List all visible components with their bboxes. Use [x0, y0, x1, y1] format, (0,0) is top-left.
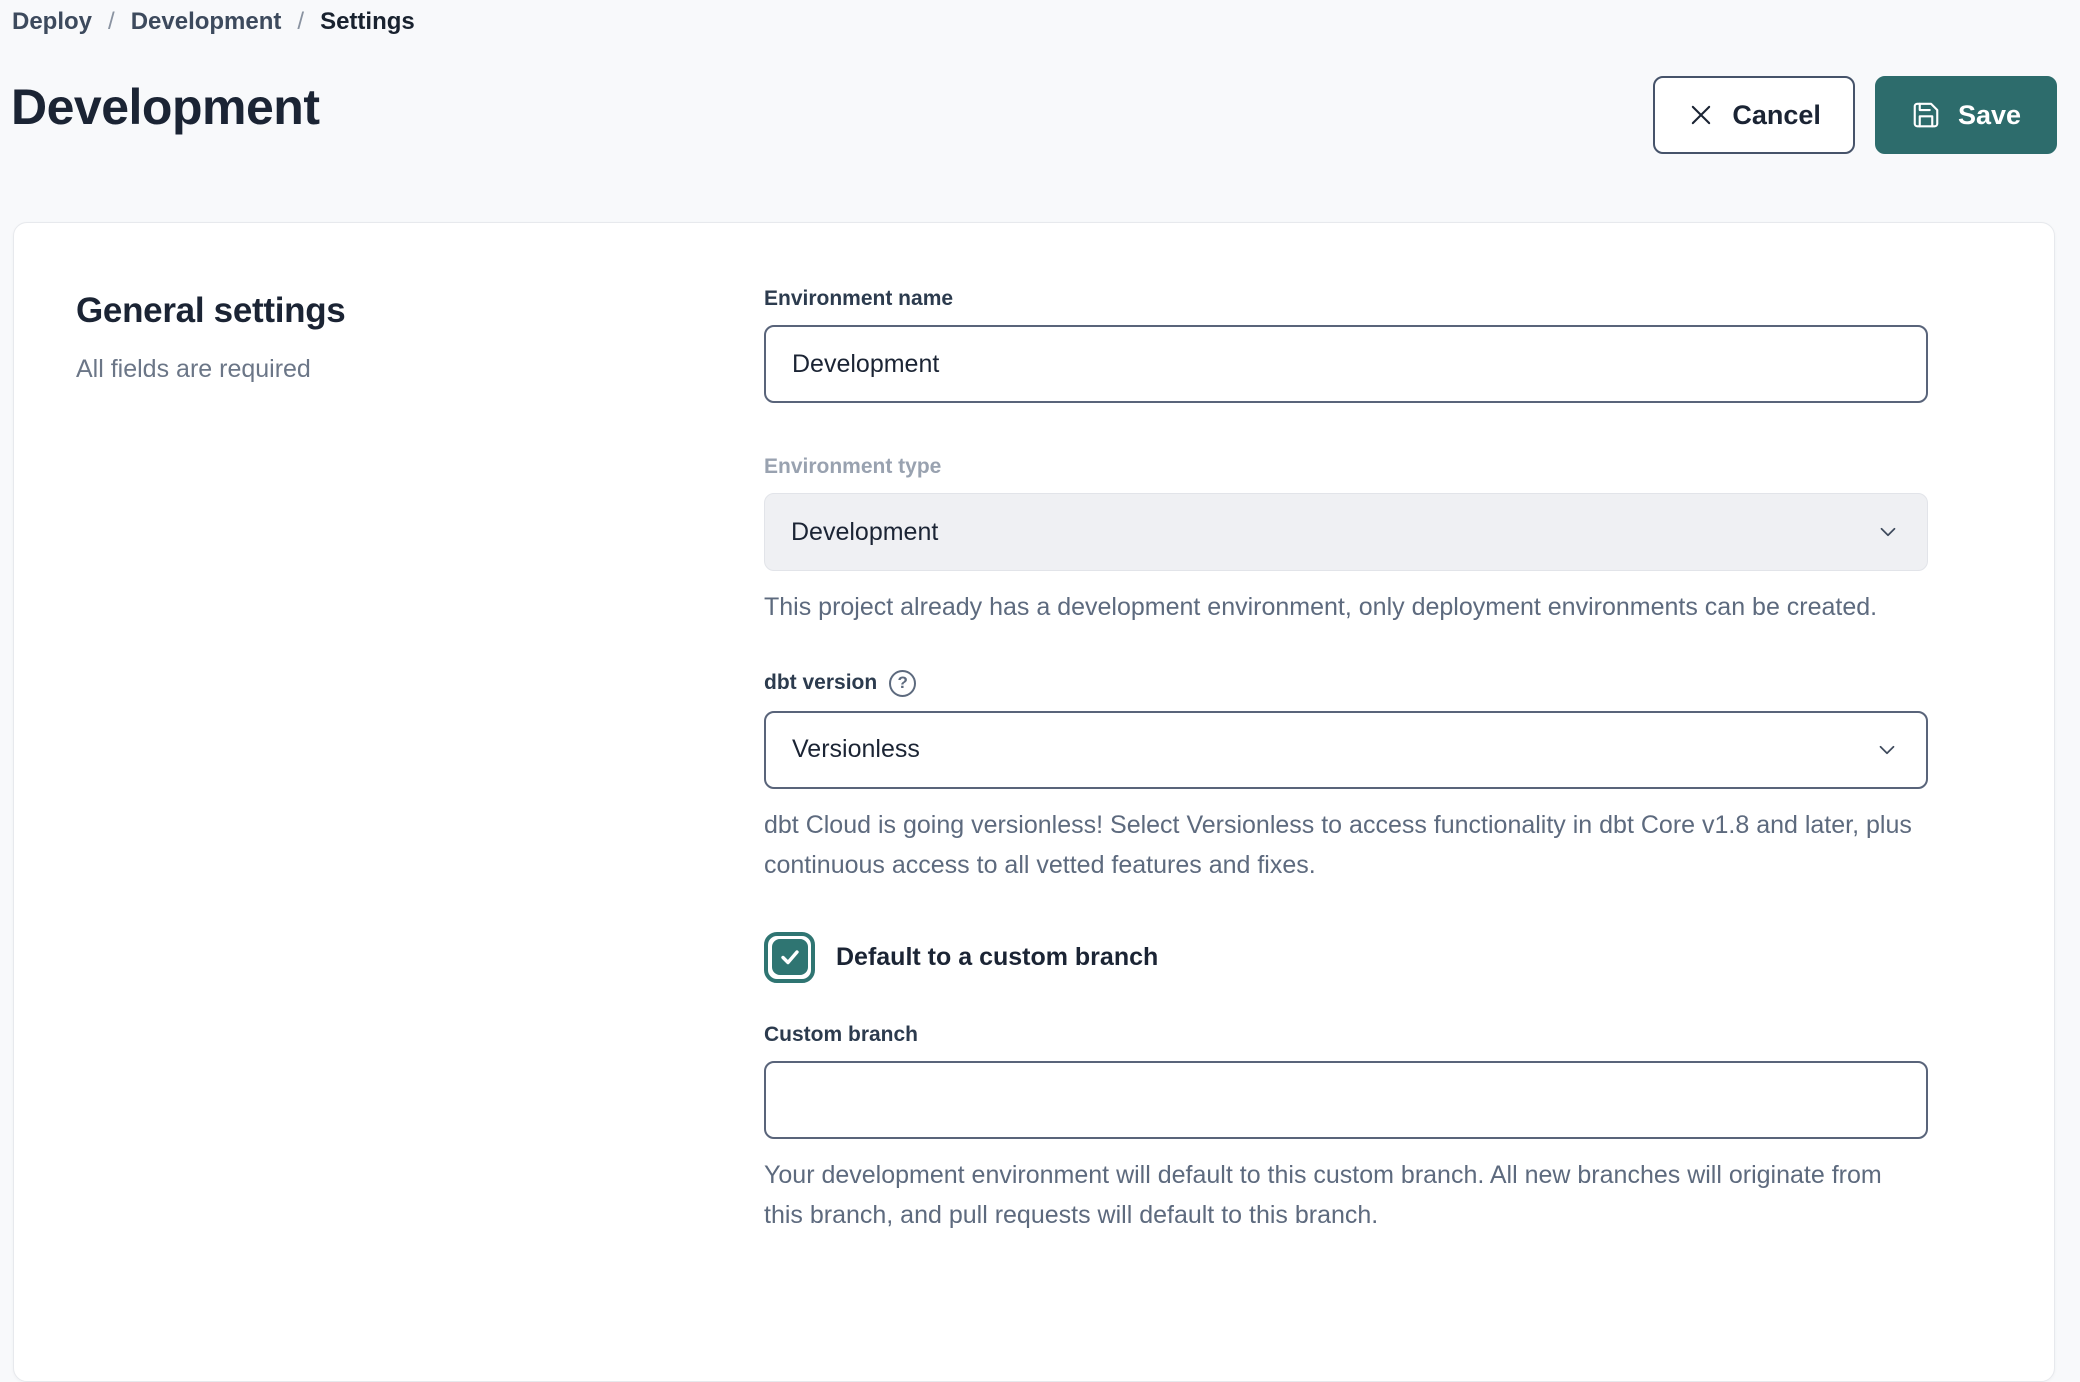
custom-branch-checkbox[interactable]	[764, 932, 815, 983]
cancel-button[interactable]: Cancel	[1653, 76, 1855, 154]
custom-branch-label: Custom branch	[764, 1023, 1928, 1047]
save-button[interactable]: Save	[1875, 76, 2057, 154]
dbt-version-label-row: dbt version ?	[764, 670, 1928, 697]
breadcrumb-item-development[interactable]: Development	[131, 8, 282, 36]
general-settings-card: General settings All fields are required…	[13, 222, 2055, 1382]
environment-type-select: Development	[764, 493, 1928, 571]
section-subtitle: All fields are required	[76, 355, 764, 384]
settings-form: Environment name Environment type Develo…	[764, 287, 1928, 1341]
breadcrumb-item-deploy[interactable]: Deploy	[12, 8, 92, 36]
environment-type-value: Development	[791, 518, 938, 547]
breadcrumb-item-settings: Settings	[320, 8, 415, 36]
chevron-down-icon	[1875, 519, 1901, 545]
page-title: Development	[11, 78, 319, 136]
custom-branch-input[interactable]	[764, 1061, 1928, 1139]
x-icon	[1687, 101, 1715, 129]
section-title: General settings	[76, 291, 764, 331]
environment-name-field: Environment name	[764, 287, 1928, 403]
checkmark-icon	[772, 939, 808, 975]
custom-branch-help: Your development environment will defaul…	[764, 1155, 1924, 1236]
dbt-version-value: Versionless	[792, 735, 920, 764]
dbt-version-label: dbt version	[764, 671, 877, 695]
environment-type-help: This project already has a development e…	[764, 587, 1924, 628]
breadcrumb: Deploy / Development / Settings	[12, 8, 415, 36]
dbt-version-select[interactable]: Versionless	[764, 711, 1928, 789]
breadcrumb-separator: /	[108, 8, 115, 36]
environment-name-label: Environment name	[764, 287, 1928, 311]
environment-type-label: Environment type	[764, 455, 1928, 479]
custom-branch-toggle-row: Default to a custom branch	[764, 932, 1928, 983]
cancel-button-label: Cancel	[1732, 100, 1821, 131]
section-heading-column: General settings All fields are required	[76, 287, 764, 1341]
custom-branch-toggle-label[interactable]: Default to a custom branch	[836, 943, 1158, 972]
environment-type-field: Environment type Development This projec…	[764, 455, 1928, 628]
dbt-version-help: dbt Cloud is going versionless! Select V…	[764, 805, 1924, 886]
save-button-label: Save	[1958, 100, 2021, 131]
chevron-down-icon	[1874, 737, 1900, 763]
custom-branch-field: Custom branch Your development environme…	[764, 1023, 1928, 1236]
header-actions: Cancel Save	[1653, 76, 2057, 154]
question-circle-icon[interactable]: ?	[889, 670, 916, 697]
floppy-disk-icon	[1911, 100, 1941, 130]
breadcrumb-separator: /	[297, 8, 304, 36]
environment-name-input[interactable]	[764, 325, 1928, 403]
dbt-version-field: dbt version ? Versionless dbt Cloud is g…	[764, 670, 1928, 886]
